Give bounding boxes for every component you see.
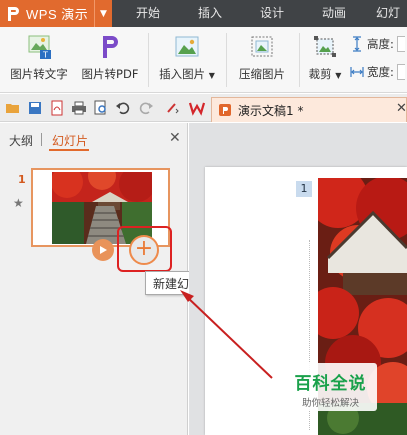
svg-text:T: T [42, 51, 48, 60]
tab-slides[interactable]: 幻灯片 [52, 132, 88, 149]
app-menu-button[interactable]: WPS 演示 ▼ [0, 0, 112, 27]
tab-outline[interactable]: 大纲 [9, 132, 33, 149]
insert-picture-text: 插入图片 [159, 67, 206, 81]
height-label: 高度: [367, 37, 394, 51]
document-tab[interactable]: 演示文稿1 * [211, 97, 407, 122]
picture-to-pdf-icon [103, 36, 118, 58]
tab-design[interactable]: 设计 [260, 0, 284, 27]
close-icon[interactable]: ✕ [169, 130, 181, 146]
watermark-logo: 百科全说 助你轻松解决 [284, 363, 377, 411]
tab-slideshow[interactable]: 幻灯片 [376, 0, 407, 47]
watermark-title: 百科全说 [294, 374, 367, 394]
picture-to-text-button[interactable]: T 图片转文字 [6, 27, 72, 93]
picture-to-pdf-label: 图片转PDF [81, 67, 139, 81]
chevron-down-icon[interactable]: ▼ [209, 71, 215, 80]
add-slide-button[interactable]: + [129, 235, 159, 265]
title-bar: WPS 演示 ▼ 开始 插入 设计 动画 幻灯片 [0, 0, 407, 47]
tab-divider [41, 133, 42, 146]
print-icon[interactable] [71, 100, 87, 116]
tab-animation[interactable]: 动画 [322, 0, 346, 27]
height-field[interactable] [396, 36, 405, 52]
chevron-down-icon[interactable]: ▼ [335, 71, 341, 80]
picture-to-text-icon: T [28, 35, 51, 60]
crop-button[interactable]: 裁剪 ▼ [304, 27, 346, 93]
picture-to-pdf-button[interactable]: 图片转PDF [78, 27, 142, 93]
format-painter-icon[interactable] [165, 100, 181, 116]
crop-text: 裁剪 [308, 67, 332, 81]
insert-picture-label: 插入图片 ▼ [155, 66, 219, 82]
width-icon [350, 67, 364, 77]
close-icon[interactable]: ✕ [396, 101, 407, 116]
slide-number: 1 [18, 173, 26, 186]
add-slide-icon: + [134, 236, 154, 261]
tab-start[interactable]: 开始 [136, 0, 160, 27]
play-slide-button[interactable] [92, 239, 114, 261]
slides-panel: 大纲 幻灯片 ✕ 1 ★ + 新建幻灯片 [0, 123, 221, 435]
width-label: 宽度: [367, 65, 394, 79]
watermark-subtitle: 助你轻松解决 [301, 398, 359, 409]
undo-icon[interactable] [115, 100, 131, 116]
print-preview-icon[interactable] [93, 100, 109, 116]
ribbon-divider [299, 33, 300, 87]
picture-to-text-label: 图片转文字 [10, 67, 68, 81]
height-icon [353, 36, 361, 52]
crop-label: 裁剪 ▼ [304, 66, 346, 82]
chevron-down-icon[interactable]: ▼ [94, 0, 112, 27]
compress-picture-button[interactable]: 压缩图片 [232, 27, 292, 93]
insert-picture-button[interactable]: 插入图片 ▼ [155, 27, 219, 93]
star-icon: ★ [13, 196, 24, 210]
width-field[interactable] [396, 64, 405, 80]
app-logo-icon [8, 6, 19, 21]
height-control[interactable]: 高度: [350, 36, 405, 52]
ribbon-toolbar: T 图片转文字 图片转PDF 插入图片 ▼ 压缩图片 裁剪 ▼ 高度: 宽度: [0, 27, 407, 93]
wps-logo-icon[interactable] [189, 100, 205, 116]
app-name: WPS 演示 [26, 7, 89, 22]
save-icon[interactable] [27, 100, 43, 116]
redo-icon[interactable] [138, 100, 154, 116]
presentation-file-icon [219, 104, 231, 116]
tab-insert[interactable]: 插入 [198, 0, 222, 27]
export-pdf-icon[interactable] [49, 100, 65, 116]
compress-picture-label: 压缩图片 [239, 67, 285, 81]
active-tab-indicator [49, 149, 89, 151]
ribbon-divider [148, 33, 149, 87]
play-icon [100, 246, 107, 254]
slide-number-badge: 1 [296, 181, 312, 197]
compress-picture-icon [251, 36, 273, 57]
document-title: 演示文稿1 * [238, 103, 304, 118]
open-folder-icon[interactable] [5, 100, 21, 116]
width-control[interactable]: 宽度: [350, 64, 405, 80]
crop-icon [314, 36, 336, 57]
ribbon-divider [226, 33, 227, 87]
insert-picture-icon [175, 36, 199, 57]
